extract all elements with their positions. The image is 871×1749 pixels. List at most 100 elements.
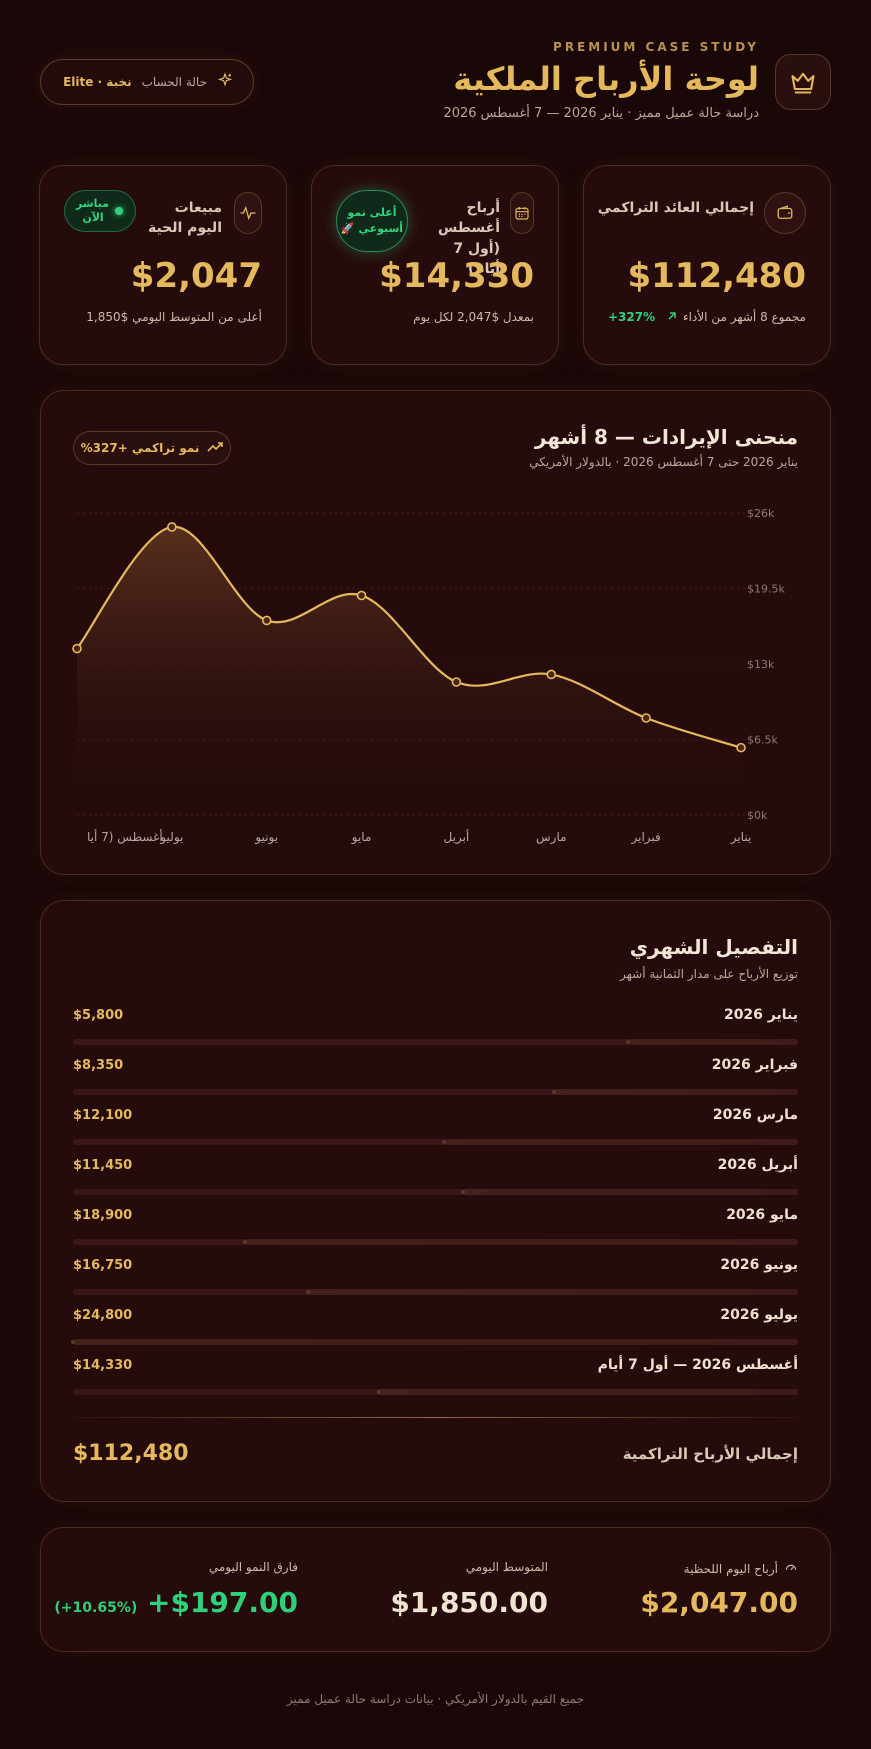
- row-value: $11,450: [73, 1158, 133, 1173]
- row-label: يونيو 2026: [720, 1257, 798, 1273]
- stat-label: فارق النمو اليومي: [208, 1560, 298, 1574]
- row-bar-track: [73, 1039, 798, 1045]
- row-bar-track: [73, 1089, 798, 1095]
- kpi-label: إجمالي العائد التراكمي: [597, 200, 754, 216]
- breakdown-row: يناير 2026 $5,800: [73, 1007, 798, 1047]
- data-point[interactable]: [451, 677, 462, 687]
- row-bar-fill: [444, 1139, 798, 1145]
- row-bar-marker: [551, 1090, 556, 1094]
- live-badge: مباشر الآن: [64, 190, 136, 232]
- divider: [73, 1417, 798, 1418]
- x-tick-label: يونيو: [254, 830, 278, 845]
- daily-stats-card: أرباح اليوم اللحظية $2,047.00 المتوسط ال…: [40, 1527, 831, 1652]
- page-header: PREMIUM CASE STUDY لوحة الأرباح الملكية …: [40, 40, 831, 130]
- x-tick-label: أغسطس (7 أيا: [87, 829, 163, 845]
- row-bar-fill: [553, 1089, 798, 1095]
- monthly-breakdown-card: التفصيل الشهري توزيع الأرباح على مدار ال…: [40, 900, 831, 1502]
- stat-average: المتوسط اليومي $1,850.00: [308, 1528, 548, 1653]
- stat-label: أرباح اليوم اللحظية: [684, 1560, 798, 1577]
- x-tick-label: مارس: [536, 830, 567, 845]
- stat-percent: (+10.65%): [54, 1600, 138, 1616]
- row-bar-track: [73, 1389, 798, 1395]
- row-label: أبريل 2026: [717, 1157, 798, 1173]
- kpi-value: $112,480: [627, 256, 806, 296]
- arrow-up-right-icon: [667, 310, 677, 324]
- breakdown-subtitle: توزيع الأرباح على مدار الثمانية أشهر: [620, 967, 798, 981]
- y-tick-label: $0k: [747, 809, 768, 822]
- data-point[interactable]: [641, 713, 651, 723]
- y-tick-label: $6.5k: [747, 734, 778, 747]
- kpi-label: مبيعات اليوم الحية: [147, 200, 222, 237]
- row-value: $12,100: [73, 1108, 133, 1123]
- row-value: $24,800: [73, 1308, 133, 1323]
- y-tick-label: $26k: [747, 507, 775, 520]
- row-value: $18,900: [73, 1208, 133, 1223]
- row-value: $8,350: [73, 1058, 124, 1073]
- trending-up-icon: [207, 441, 224, 456]
- status-value: نخبة · Elite: [63, 75, 132, 89]
- total-value: $112,480: [73, 1441, 189, 1466]
- live-badge-label: مباشر الآن: [75, 196, 109, 224]
- x-tick-label: يوليو: [159, 830, 183, 845]
- kpi-card-live: مبيعات اليوم الحية $2,047 أعلى من المتوس…: [39, 165, 287, 365]
- footer-note: جميع القيم بالدولار الأمريكي · بيانات در…: [286, 1692, 585, 1706]
- stat-label-text: أرباح اليوم اللحظية: [683, 1561, 778, 1576]
- row-value: $14,330: [73, 1358, 133, 1373]
- breakdown-row: يوليو 2026 $24,800: [71, 1307, 798, 1347]
- growth-value: +327%: [608, 310, 656, 324]
- chart-title: منحنى الإيرادات — 8 أشهر: [534, 425, 798, 449]
- row-bar-marker: [71, 1340, 75, 1344]
- status-label: حالة الحساب: [141, 75, 207, 89]
- kpi-value: $2,047: [130, 256, 262, 296]
- breakdown-row: مايو 2026 $18,900: [73, 1207, 798, 1247]
- row-bar-fill: [379, 1389, 798, 1395]
- row-bar-fill: [308, 1289, 798, 1295]
- chart-area: [77, 526, 741, 815]
- live-dot-icon: [115, 207, 123, 215]
- data-point[interactable]: [72, 643, 82, 654]
- calendar-icon: [510, 192, 534, 234]
- breakdown-row: فبراير 2026 $8,350: [73, 1057, 798, 1097]
- growth-chip[interactable]: نمو تراكمي +327%: [73, 431, 231, 465]
- pulse-icon: [234, 192, 262, 234]
- weekly-growth-badge: أعلى نمو أسبوعي 🚀: [336, 190, 408, 252]
- row-label: مايو 2026: [726, 1207, 798, 1223]
- row-value: $16,750: [73, 1258, 133, 1273]
- x-tick-label: فبراير: [631, 830, 661, 845]
- row-bar-fill: [628, 1039, 798, 1045]
- gauge-icon: [784, 1560, 798, 1577]
- eyebrow-label: PREMIUM CASE STUDY: [553, 40, 759, 54]
- row-value: $5,800: [73, 1008, 124, 1023]
- data-point[interactable]: [736, 742, 746, 753]
- row-bar-track: [73, 1289, 798, 1295]
- data-point[interactable]: [546, 669, 557, 680]
- row-bar-fill: [73, 1339, 798, 1345]
- row-bar-fill: [463, 1189, 798, 1195]
- y-tick-label: $13k: [747, 658, 775, 671]
- kpi-note: مجموع 8 أشهر من الأداء: [683, 310, 806, 324]
- row-bar-track: [73, 1189, 798, 1195]
- data-point[interactable]: [356, 590, 367, 601]
- data-point[interactable]: [167, 522, 177, 532]
- data-point[interactable]: [261, 615, 272, 626]
- x-tick-label: يناير: [730, 830, 752, 845]
- row-bar-fill: [245, 1239, 798, 1245]
- row-label: فبراير 2026: [711, 1057, 798, 1073]
- crown-icon: [775, 54, 831, 110]
- kpi-card-august: أرباح أغسطس (أول 7 أيام) $14,330 بمعدل $…: [311, 165, 559, 365]
- breakdown-row: أغسطس 2026 — أول 7 أيام $14,330: [73, 1357, 798, 1397]
- breakdown-row: مارس 2026 $12,100: [73, 1107, 798, 1147]
- row-bar-track: [71, 1339, 798, 1345]
- row-label: يوليو 2026: [720, 1307, 798, 1323]
- wallet-icon: [764, 192, 806, 234]
- breakdown-row: يونيو 2026 $16,750: [73, 1257, 798, 1297]
- total-label: إجمالي الأرباح التراكمية: [622, 1445, 798, 1463]
- y-tick-label: $19.5k: [747, 583, 785, 596]
- row-label: يناير 2026: [723, 1007, 798, 1023]
- revenue-chart-card: $0k $6.5k $13k $19.5k $26k يناير فبراير مارس أب…: [40, 390, 831, 875]
- row-label: أغسطس 2026 — أول 7 أيام: [597, 1357, 798, 1373]
- account-status-pill[interactable]: حالة الحساب نخبة · Elite: [40, 59, 254, 105]
- kpi-growth: +327%: [608, 310, 677, 324]
- stat-value: $2,047.00: [640, 1586, 798, 1619]
- page-title: لوحة الأرباح الملكية: [453, 60, 759, 98]
